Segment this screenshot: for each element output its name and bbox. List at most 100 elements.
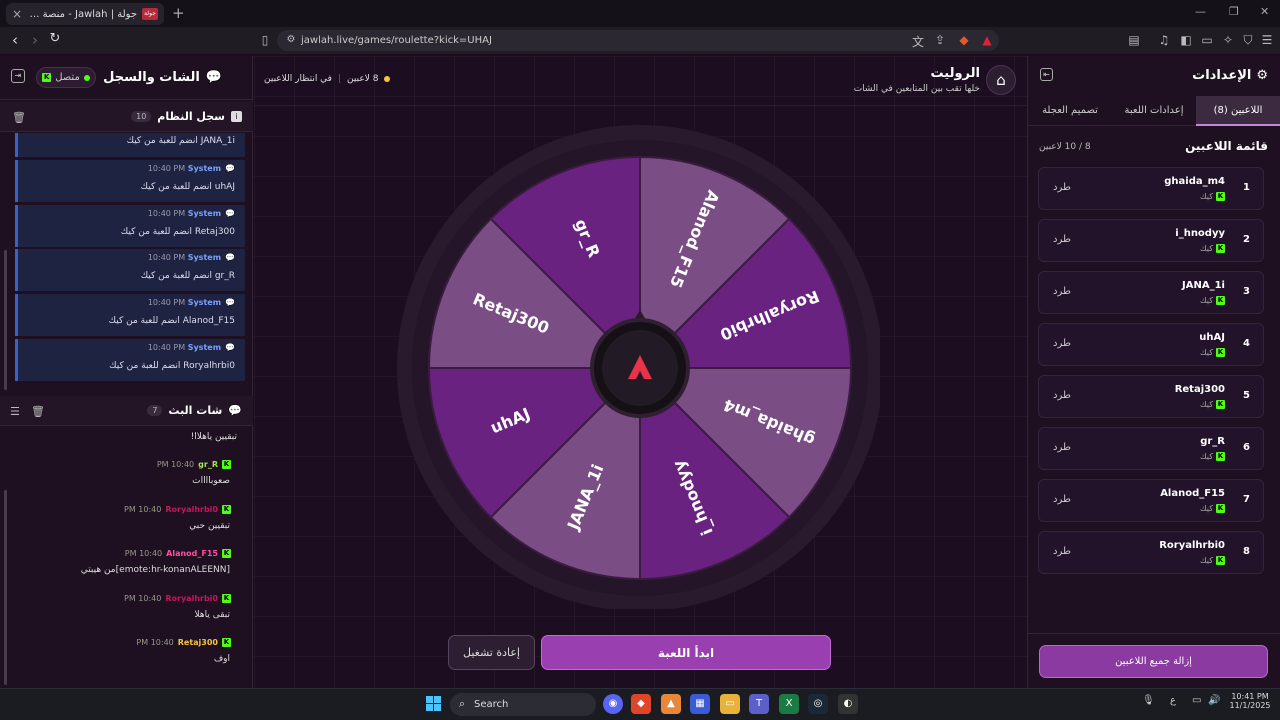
bookmark-icon[interactable]: ▯	[257, 33, 273, 47]
tab-game-settings[interactable]: إعدادات اللعبة	[1112, 96, 1196, 126]
search-icon: ⌕	[459, 697, 466, 710]
kick-icon: K	[1216, 400, 1225, 409]
share-icon[interactable]: ⇪	[932, 33, 948, 47]
forward-icon[interactable]: ›	[25, 31, 45, 49]
leo-ai-icon[interactable]: ✧	[1220, 33, 1236, 47]
url-field[interactable]: jawlah.live/games/roulette?kick=UHAJ	[277, 30, 999, 51]
new-tab-icon[interactable]: +	[172, 4, 185, 22]
url-text: jawlah.live/games/roulette?kick=UHAJ	[301, 35, 492, 46]
player-number: 8	[1243, 546, 1250, 557]
network-icon[interactable]: ▭	[1192, 695, 1201, 706]
collapse-settings-icon[interactable]: ⇤	[1040, 68, 1053, 81]
close-tab-icon[interactable]: ×	[12, 7, 22, 21]
chat-scrollbar[interactable]	[4, 490, 7, 685]
system-message: 10:40 PM System 💬 Retaj300 انضم للعبة من ك…	[15, 204, 245, 247]
input-language[interactable]: ع	[1170, 695, 1176, 706]
kick-icon: K	[222, 638, 231, 647]
sidebar-icon[interactable]: ◧	[1178, 33, 1194, 47]
discord-icon[interactable]: ◉	[603, 694, 623, 714]
clock[interactable]: 10:41 PM 11/1/2025	[1228, 692, 1272, 710]
player-source: كيك K	[1200, 556, 1225, 565]
remove-all-players-button[interactable]: إزالة جميع اللاعبين	[1039, 645, 1268, 678]
kick-player-button[interactable]: طرد	[1053, 494, 1071, 505]
message-time: 10:40 PM	[124, 593, 162, 603]
brave-shield-icon[interactable]: ◆	[956, 33, 972, 47]
chat-username[interactable]: Alanod_F15	[166, 549, 218, 558]
player-name: uhAJ	[1199, 332, 1225, 343]
player-name: Alanod_F15	[1160, 488, 1225, 499]
message-sender: System	[187, 164, 222, 173]
tab-players[interactable]: اللاعبين (8)	[1196, 96, 1280, 126]
info-icon: i	[231, 111, 242, 122]
roulette-wheel[interactable]: Alanod_F15Roryalhrbi0ghaida_m4i_hnodyyJA…	[396, 125, 880, 609]
start-game-button[interactable]: ابدأ اللعبة	[541, 635, 831, 670]
source-label: كيك	[1200, 348, 1213, 357]
kick-player-button[interactable]: طرد	[1053, 286, 1071, 297]
kick-icon: K	[1216, 244, 1225, 253]
minimize-icon[interactable]: —	[1195, 5, 1206, 18]
players-capacity: 8 / 10 لاعبين	[1039, 142, 1091, 152]
media-icon[interactable]: ♫	[1156, 33, 1172, 47]
browser-tab[interactable]: جولة جولة | Jawlah - منصة الألعاب التفا …	[6, 3, 164, 25]
source-label: كيك	[1200, 400, 1213, 409]
vpn-icon[interactable]: ⛉	[1240, 33, 1256, 48]
collapse-panel-icon[interactable]: ⇥	[11, 69, 25, 83]
window-close-icon[interactable]: ✕	[1260, 5, 1269, 18]
browser-app-icon[interactable]: ◐	[838, 694, 858, 714]
message-time: 10:40 PM	[147, 298, 186, 308]
windows-start-icon[interactable]	[426, 696, 441, 711]
restart-button[interactable]: إعادة تشغيل	[448, 635, 535, 670]
reload-icon[interactable]: ↻	[45, 31, 65, 46]
kick-player-button[interactable]: طرد	[1053, 546, 1071, 557]
chat-panel-title: الشات والسجل	[103, 70, 200, 85]
file-explorer-icon[interactable]: ▭	[720, 694, 740, 714]
teams-icon[interactable]: T	[749, 694, 769, 714]
kick-icon: K	[1216, 452, 1225, 461]
clear-log-icon[interactable]: 🗑	[12, 111, 26, 124]
restore-icon[interactable]: ❐	[1229, 5, 1239, 18]
player-source: كيك K	[1200, 192, 1225, 201]
excel-icon[interactable]: X	[779, 694, 799, 714]
kick-player-button[interactable]: طرد	[1053, 182, 1071, 193]
brave-icon[interactable]: ◆	[631, 694, 651, 714]
message-time: 10:40 PM	[147, 208, 186, 218]
taskbar-search[interactable]: Search	[450, 693, 596, 716]
system-message-meta: 10:40 PM System 💬	[148, 253, 235, 262]
menu-icon[interactable]: ☰	[1259, 33, 1275, 47]
system-log-count: 10	[131, 111, 152, 122]
volume-icon[interactable]: 🔊	[1208, 695, 1220, 706]
extension-icon[interactable]: ▲	[979, 33, 995, 47]
source-label: كيك	[1200, 192, 1213, 201]
system-message: 10:40 PM System 💬 gr_R انضم للعبة من كيك	[15, 249, 245, 292]
status-text: متصل	[55, 72, 80, 83]
kick-icon: K	[222, 549, 231, 558]
reader-icon[interactable]: ▤	[1126, 33, 1142, 47]
kick-player-button[interactable]: طرد	[1053, 442, 1071, 453]
kick-icon: K	[1216, 192, 1225, 201]
log-scrollbar[interactable]	[4, 250, 7, 390]
tab-wheel-design[interactable]: تصميم العجلة	[1028, 96, 1112, 126]
store-icon[interactable]: ▦	[690, 694, 710, 714]
translate-icon[interactable]: 文	[910, 33, 926, 50]
chat-message-meta: K Alanod_F15 10:40 PM	[125, 549, 231, 558]
message-sender: System	[187, 298, 222, 308]
kick-player-button[interactable]: طرد	[1053, 338, 1071, 349]
wallet-icon[interactable]: ▭	[1199, 33, 1215, 47]
chat-username[interactable]: Retaj300	[178, 638, 218, 647]
player-name: gr_R	[1200, 436, 1225, 447]
chat-username[interactable]: Roryalhrbi0	[165, 505, 218, 514]
chat-username[interactable]: Roryalhrbi0	[165, 594, 218, 603]
chat-username[interactable]: gr_R	[198, 460, 218, 469]
settings-title: الإعدادات	[1192, 68, 1252, 83]
back-icon[interactable]: ‹	[5, 31, 25, 49]
mic-icon[interactable]: 🎙	[1142, 695, 1155, 706]
site-info-icon[interactable]: ⚙	[283, 34, 299, 45]
app-icon[interactable]: ▲	[661, 694, 681, 714]
home-button[interactable]: ⌂	[986, 65, 1016, 95]
connection-status: K متصل	[36, 67, 96, 88]
kick-player-button[interactable]: طرد	[1053, 234, 1071, 245]
chat-settings-icon[interactable]: ☰	[10, 405, 20, 418]
clear-chat-icon[interactable]: 🗑	[31, 405, 45, 418]
kick-player-button[interactable]: طرد	[1053, 390, 1071, 401]
steam-icon[interactable]: ◎	[808, 694, 828, 714]
